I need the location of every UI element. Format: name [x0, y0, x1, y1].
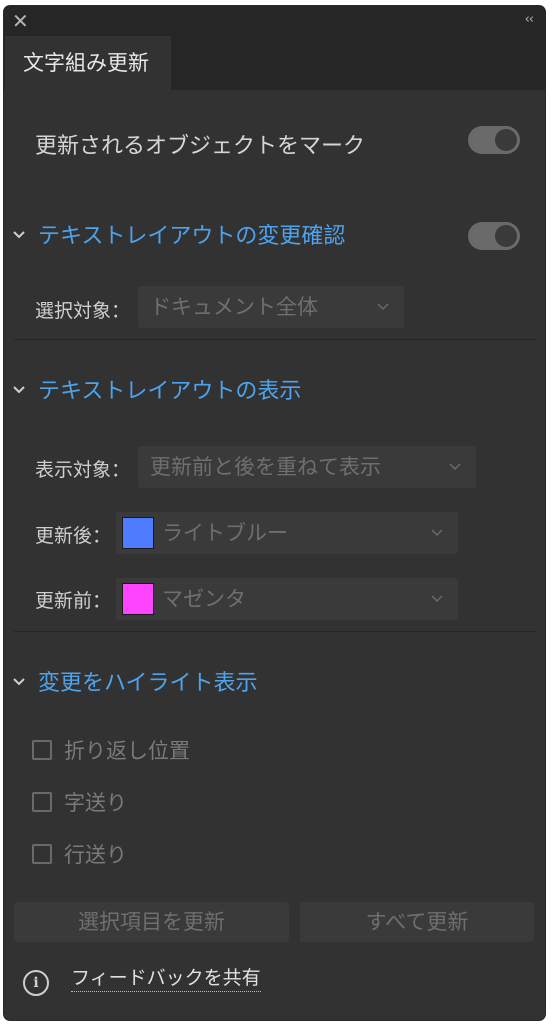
chevron-down-icon — [430, 512, 444, 554]
before-color-select[interactable]: マゼンタ — [116, 578, 458, 620]
display-section-header[interactable]: テキストレイアウトの表示 — [12, 373, 301, 405]
toggle-knob — [495, 225, 517, 247]
after-label: 更新後： — [35, 525, 112, 547]
target-select[interactable]: ドキュメント全体 — [138, 286, 404, 328]
update-selected-button[interactable]: 選択項目を更新 — [14, 902, 289, 942]
before-color-value: マゼンタ — [162, 587, 246, 611]
share-feedback-link[interactable]: フィードバックを共有 — [71, 963, 261, 992]
chevron-down-icon — [12, 225, 32, 244]
check-layout-toggle[interactable] — [468, 222, 520, 250]
divider — [14, 631, 536, 632]
chevron-down-icon — [430, 578, 444, 620]
checkbox-box[interactable] — [32, 844, 52, 864]
tab-strip: 文字組み更新 — [4, 36, 545, 90]
checkbox-tracking[interactable]: 字送り — [32, 787, 127, 817]
checkbox-box[interactable] — [32, 792, 52, 812]
before-label: 更新前： — [35, 590, 112, 612]
chevron-down-icon — [12, 380, 32, 399]
display-target-select[interactable]: 更新前と後を重ねて表示 — [138, 446, 476, 488]
display-section-title: テキストレイアウトの表示 — [38, 379, 302, 404]
chevron-down-icon — [376, 286, 390, 328]
toggle-knob — [495, 129, 517, 151]
highlight-section-header[interactable]: 変更をハイライト表示 — [12, 665, 258, 697]
target-label: 選択対象： — [35, 300, 131, 322]
display-target-label: 表示対象： — [35, 459, 131, 481]
divider — [14, 339, 536, 340]
checkbox-label: 行送り — [64, 843, 127, 867]
mark-objects-label: 更新されるオブジェクトをマーク — [35, 134, 366, 159]
color-swatch — [122, 583, 154, 615]
check-section-header[interactable]: テキストレイアウトの変更確認 — [12, 218, 345, 250]
panel-titlebar: ✕ ‹‹ — [4, 6, 545, 36]
after-color-select[interactable]: ライトブルー — [116, 512, 458, 554]
collapse-icon[interactable]: ‹‹ — [525, 12, 534, 27]
mark-objects-toggle[interactable] — [468, 126, 520, 154]
after-color-value: ライトブルー — [162, 521, 288, 545]
checkbox-label: 折り返し位置 — [64, 739, 190, 763]
close-icon[interactable]: ✕ — [12, 9, 29, 33]
display-target-value: 更新前と後を重ねて表示 — [150, 455, 381, 479]
chevron-down-icon — [448, 446, 462, 488]
info-icon: i — [23, 970, 49, 996]
check-section-title: テキストレイアウトの変更確認 — [38, 224, 346, 249]
target-select-value: ドキュメント全体 — [150, 295, 318, 319]
checkbox-leading[interactable]: 行送り — [32, 839, 127, 869]
highlight-section-title: 変更をハイライト表示 — [38, 671, 258, 696]
tab-text-reflow[interactable]: 文字組み更新 — [5, 36, 171, 90]
update-all-button[interactable]: すべて更新 — [300, 902, 534, 942]
checkbox-line-breaks[interactable]: 折り返し位置 — [32, 735, 190, 765]
checkbox-box[interactable] — [32, 740, 52, 760]
text-reflow-panel: ✕ ‹‹ 文字組み更新 更新されるオブジェクトをマーク テキストレイアウトの変更… — [4, 6, 545, 1020]
checkbox-label: 字送り — [64, 791, 127, 815]
color-swatch — [122, 517, 154, 549]
chevron-down-icon — [12, 672, 32, 691]
